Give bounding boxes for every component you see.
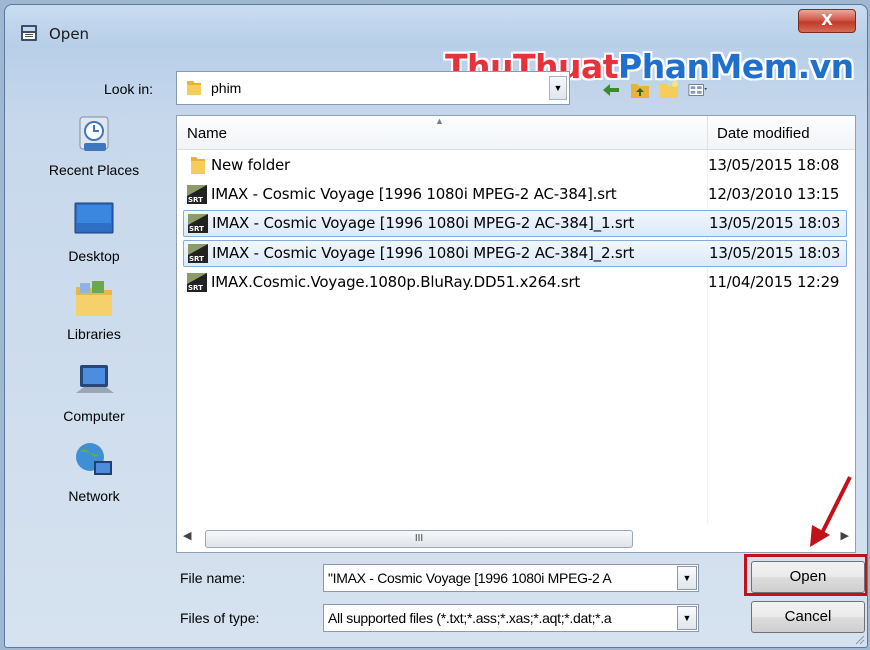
list-item-folder[interactable]: New folder 13/05/2015 18:08 [183,153,845,178]
list-item-file-selected[interactable]: SRT IMAX - Cosmic Voyage [1996 1080i MPE… [183,210,847,237]
place-label: Recent Places [48,162,140,178]
dialog-app-icon [21,25,37,41]
new-folder-icon[interactable] [659,80,679,100]
back-arrow-icon[interactable] [601,80,621,100]
folder-icon [187,81,201,95]
file-date: 13/05/2015 18:03 [709,244,841,262]
list-header: ▲ Name Date modified [177,116,855,150]
look-in-dropdown[interactable]: phim ▼ [176,71,570,105]
file-name-label: File name: [180,570,246,586]
place-label: Libraries [67,326,121,342]
place-recent-places[interactable]: Recent Places [19,113,169,178]
scrollbar-thumb[interactable]: III [205,530,633,548]
sort-ascending-icon: ▲ [435,116,444,126]
srt-file-icon: SRT [188,214,208,233]
column-header-date[interactable]: Date modified [717,125,810,142]
resize-grip-icon[interactable] [853,633,865,645]
file-name: New folder [211,156,291,174]
file-name-value: "IMAX - Cosmic Voyage [1996 1080i MPEG-2… [328,570,612,586]
file-name: IMAX - Cosmic Voyage [1996 1080i MPEG-2 … [212,244,635,262]
list-item-file[interactable]: SRT IMAX - Cosmic Voyage [1996 1080i MPE… [183,182,845,207]
close-button[interactable]: X [798,9,856,33]
file-type-label: Files of type: [180,610,260,626]
chevron-down-icon[interactable]: ▼ [677,606,697,630]
place-label: Desktop [68,248,120,264]
file-date: 12/03/2010 13:15 [708,185,840,203]
file-date: 13/05/2015 18:08 [708,156,840,174]
file-name-input[interactable]: "IMAX - Cosmic Voyage [1996 1080i MPEG-2… [323,564,699,592]
computer-icon [76,365,114,393]
folder-icon [191,157,205,174]
look-in-value: phim [211,80,242,96]
column-divider[interactable] [707,116,708,149]
dialog-toolbar [601,79,708,101]
horizontal-scrollbar[interactable]: ◀ III ▶ [177,525,855,551]
look-in-label: Look in: [104,81,154,97]
close-icon: X [821,11,833,29]
file-type-select[interactable]: All supported files (*.txt;*.ass;*.xas;*… [323,604,699,632]
dialog-title: Open [49,25,90,43]
scroll-left-icon[interactable]: ◀ [183,529,191,542]
views-menu-icon[interactable] [688,80,708,100]
file-date: 13/05/2015 18:03 [709,214,841,232]
place-libraries[interactable]: Libraries [19,277,169,342]
file-name: IMAX - Cosmic Voyage [1996 1080i MPEG-2 … [212,214,635,232]
place-computer[interactable]: Computer [19,359,169,424]
place-network[interactable]: Network [19,439,169,504]
file-name: IMAX - Cosmic Voyage [1996 1080i MPEG-2 … [211,185,617,203]
srt-file-icon: SRT [187,185,207,204]
file-date: 11/04/2015 12:29 [708,273,840,291]
up-folder-icon[interactable] [630,80,650,100]
list-item-file-selected[interactable]: SRT IMAX - Cosmic Voyage [1996 1080i MPE… [183,240,847,267]
srt-file-icon: SRT [188,244,208,263]
libraries-icon [76,281,112,316]
place-label: Network [68,488,120,504]
chevron-down-icon[interactable]: ▼ [677,566,697,590]
file-name: IMAX.Cosmic.Voyage.1080p.BluRay.DD51.x26… [211,273,581,291]
place-desktop[interactable]: Desktop [19,199,169,264]
file-list[interactable]: ▲ Name Date modified New folder 13/05/20… [176,115,856,553]
file-type-value: All supported files (*.txt;*.ass;*.xas;*… [328,610,612,626]
place-label: Computer [63,408,125,424]
column-header-name[interactable]: Name [187,125,227,142]
open-file-dialog: Open X ThuThuatPhanMem.vn Look in: phim … [4,4,868,648]
open-button-highlight [744,554,867,596]
desktop-icon [74,202,114,234]
list-item-file[interactable]: SRT IMAX.Cosmic.Voyage.1080p.BluRay.DD51… [183,270,845,295]
network-icon [76,443,112,475]
chevron-down-icon[interactable]: ▼ [549,76,567,100]
annotation-arrow-icon [810,476,852,547]
cancel-button[interactable]: Cancel [751,601,865,633]
srt-file-icon: SRT [187,273,207,292]
recent-places-icon [79,116,109,151]
